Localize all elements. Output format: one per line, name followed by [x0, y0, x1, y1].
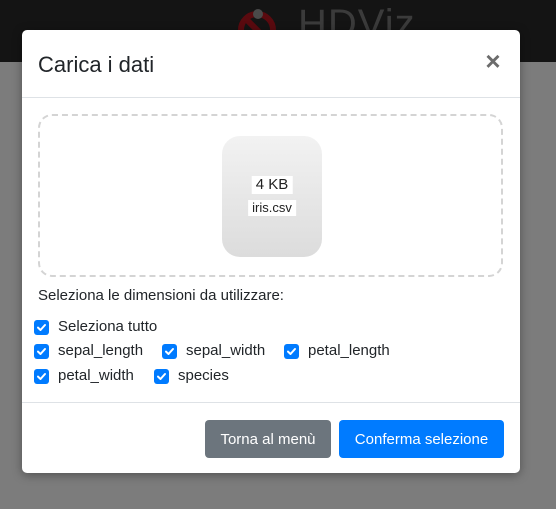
- select-all-checkbox[interactable]: Seleziona tutto: [34, 317, 157, 337]
- dimension-checkbox-petal-width[interactable]: petal_width: [34, 366, 134, 386]
- file-name: iris.csv: [248, 200, 296, 216]
- modal-title: Carica i dati: [38, 52, 155, 77]
- file-size: 4 KB: [251, 176, 293, 194]
- checkbox-checked-icon[interactable]: [34, 368, 49, 384]
- file-dropzone[interactable]: 4 KB iris.csv: [38, 114, 503, 277]
- checkbox-checked-icon[interactable]: [34, 319, 49, 335]
- upload-data-modal: Carica i dati × 4 KB iris.csv Seleziona …: [22, 30, 520, 473]
- checkbox-label: petal_width: [58, 367, 134, 384]
- dimensions-label: Seleziona le dimensioni da utilizzare:: [38, 287, 284, 304]
- dimension-checkbox-sepal-length[interactable]: sepal_length: [34, 341, 143, 361]
- dimension-checkbox-petal-length[interactable]: petal_length: [284, 341, 390, 361]
- dimension-checkbox-species[interactable]: species: [154, 366, 229, 386]
- checkbox-label: petal_length: [308, 342, 390, 359]
- back-to-menu-button[interactable]: Torna al menù: [205, 420, 331, 458]
- confirm-selection-button[interactable]: Conferma selezione: [339, 420, 504, 458]
- checkbox-label: species: [178, 367, 229, 384]
- dimension-checkbox-sepal-width[interactable]: sepal_width: [162, 341, 265, 361]
- checkbox-checked-icon[interactable]: [34, 343, 49, 359]
- modal-footer: Torna al menù Conferma selezione: [22, 402, 520, 473]
- checkbox-label: sepal_width: [186, 342, 266, 359]
- checkbox-label: Seleziona tutto: [58, 318, 158, 335]
- modal-header: Carica i dati ×: [22, 30, 520, 98]
- checkbox-checked-icon[interactable]: [154, 368, 169, 384]
- close-button[interactable]: ×: [482, 48, 504, 74]
- checkbox-label: sepal_length: [58, 342, 144, 359]
- file-preview: 4 KB iris.csv: [222, 136, 322, 257]
- checkbox-checked-icon[interactable]: [162, 343, 177, 359]
- checkbox-checked-icon[interactable]: [284, 343, 299, 359]
